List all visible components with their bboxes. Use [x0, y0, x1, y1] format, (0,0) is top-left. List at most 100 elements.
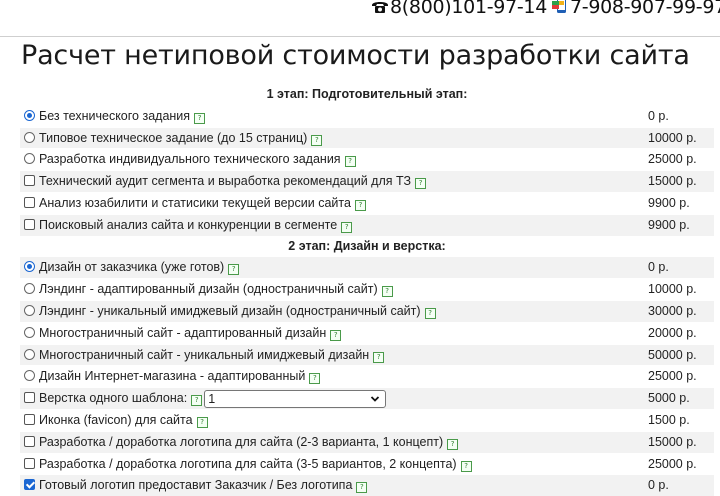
- option-price: 0 р.: [646, 104, 714, 128]
- option-cell[interactable]: Лэндинг - уникальный имиджевый дизайн (о…: [20, 299, 646, 323]
- option-label[interactable]: Разработка индивидуального технического …: [39, 152, 341, 166]
- option-cell[interactable]: Типовое техническое задание (до 15 стран…: [20, 126, 646, 149]
- option-price: 9900 р.: [646, 191, 714, 215]
- option-checkbox[interactable]: [24, 479, 35, 491]
- help-icon[interactable]: ?: [424, 307, 436, 319]
- option-radio[interactable]: [24, 261, 35, 273]
- table-row: Разработка / доработка логотипа для сайт…: [20, 430, 714, 454]
- help-icon[interactable]: ?: [196, 416, 208, 428]
- option-label[interactable]: Иконка (favicon) для сайта: [39, 413, 193, 427]
- option-label[interactable]: Готовый логотип предоставит Заказчик / Б…: [39, 478, 352, 492]
- table-row: Типовое техническое задание (до 15 стран…: [20, 126, 714, 149]
- option-radio[interactable]: [24, 326, 35, 338]
- option-cell[interactable]: Многостраничный сайт - адаптированный ди…: [20, 321, 646, 345]
- phone-2-number: 7-908-907-99-97: [570, 0, 720, 18]
- option-price: 9900 р.: [646, 213, 714, 236]
- help-icon[interactable]: ?: [381, 286, 393, 298]
- option-radio[interactable]: [24, 109, 35, 121]
- option-price: 10000 р.: [646, 278, 714, 301]
- option-cell[interactable]: Разработка индивидуального технического …: [20, 148, 646, 171]
- help-icon[interactable]: ?: [341, 221, 353, 233]
- help-icon[interactable]: ?: [415, 178, 427, 190]
- option-checkbox[interactable]: [24, 413, 35, 425]
- help-icon[interactable]: ?: [447, 438, 459, 450]
- option-cell[interactable]: Дизайн Интернет-магазина - адаптированны…: [20, 365, 646, 388]
- option-label[interactable]: Анализ юзабилити и статисики текущей вер…: [39, 196, 351, 210]
- table-row: Иконка (favicon) для сайта? 1500 р.: [20, 408, 714, 432]
- option-label[interactable]: Дизайн от заказчика (уже готов): [39, 260, 224, 274]
- option-checkbox[interactable]: [24, 392, 35, 404]
- help-icon[interactable]: ?: [460, 460, 472, 472]
- option-cell[interactable]: Иконка (favicon) для сайта?: [20, 408, 646, 432]
- help-icon[interactable]: ?: [228, 264, 240, 276]
- option-price: 15000 р.: [646, 170, 714, 193]
- option-cell[interactable]: Готовый логотип предоставит Заказчик / Б…: [20, 474, 646, 496]
- phone-1-number: 8(800)101-97-14: [390, 0, 548, 18]
- option-price: 20000 р.: [646, 321, 714, 345]
- option-label[interactable]: Многостраничный сайт - уникальный имидже…: [39, 348, 369, 362]
- option-label[interactable]: Типовое техническое задание (до 15 стран…: [39, 131, 307, 145]
- option-cell[interactable]: Разработка / доработка логотипа для сайт…: [20, 452, 646, 475]
- option-label[interactable]: Разработка / доработка логотипа для сайт…: [39, 457, 457, 471]
- option-label[interactable]: Верстка одного шаблона:: [39, 391, 187, 405]
- option-radio[interactable]: [24, 348, 35, 360]
- option-cell[interactable]: Разработка / доработка логотипа для сайт…: [20, 430, 646, 454]
- stage-heading-row: 1 этап: Подготовительный этап:: [20, 84, 714, 105]
- option-checkbox[interactable]: [24, 175, 35, 187]
- option-price: 50000 р.: [646, 343, 714, 366]
- option-cell[interactable]: Многостраничный сайт - уникальный имидже…: [20, 343, 646, 366]
- option-radio[interactable]: [24, 131, 35, 143]
- option-price: 0 р.: [646, 256, 714, 279]
- templates-count-select[interactable]: 1: [204, 389, 387, 408]
- option-label[interactable]: Без технического задания: [39, 109, 190, 123]
- option-label[interactable]: Дизайн Интернет-магазина - адаптированны…: [39, 369, 305, 383]
- option-checkbox[interactable]: [24, 196, 35, 208]
- option-price: 10000 р.: [646, 126, 714, 149]
- option-price: 1500 р.: [646, 408, 714, 432]
- option-price: 25000 р.: [646, 365, 714, 388]
- option-cell[interactable]: Анализ юзабилити и статисики текущей вер…: [20, 191, 646, 215]
- mobile-app-icon: [551, 0, 569, 19]
- option-cell[interactable]: Поисковый анализ сайта и конкуренции в с…: [20, 213, 646, 236]
- help-icon[interactable]: ?: [309, 373, 321, 385]
- help-icon[interactable]: ?: [330, 329, 342, 341]
- option-checkbox[interactable]: [24, 218, 35, 230]
- header-divider: [0, 36, 720, 37]
- phone-icon: [371, 0, 389, 19]
- option-cell[interactable]: Верстка одного шаблона:? 1: [20, 387, 646, 410]
- table-row: Технический аудит сегмента и выработка р…: [20, 170, 714, 193]
- table-row: Разработка / доработка логотипа для сайт…: [20, 452, 714, 475]
- option-checkbox[interactable]: [24, 435, 35, 447]
- help-icon[interactable]: ?: [194, 112, 206, 124]
- option-cell[interactable]: Без технического задания?: [20, 104, 646, 128]
- option-radio[interactable]: [24, 153, 35, 165]
- table-row: Без технического задания? 0 р.: [20, 104, 714, 128]
- option-cell[interactable]: Технический аудит сегмента и выработка р…: [20, 170, 646, 193]
- option-price: 15000 р.: [646, 430, 714, 454]
- option-label[interactable]: Лэндинг - адаптированный дизайн (одностр…: [39, 282, 378, 296]
- option-label[interactable]: Лэндинг - уникальный имиджевый дизайн (о…: [39, 304, 421, 318]
- help-icon[interactable]: ?: [191, 395, 203, 407]
- option-radio[interactable]: [24, 304, 35, 316]
- option-label[interactable]: Технический аудит сегмента и выработка р…: [39, 174, 411, 188]
- help-icon[interactable]: ?: [356, 482, 368, 494]
- table-row: Лэндинг - адаптированный дизайн (одностр…: [20, 278, 714, 301]
- option-price: 25000 р.: [646, 148, 714, 171]
- table-row: Готовый логотип предоставит Заказчик / Б…: [20, 474, 714, 496]
- option-radio[interactable]: [24, 370, 35, 382]
- option-cell[interactable]: Дизайн от заказчика (уже готов)?: [20, 256, 646, 279]
- phone-1[interactable]: 8(800)101-97-14: [371, 0, 547, 19]
- option-price: 5000 р.: [646, 387, 714, 410]
- phone-2[interactable]: 7-908-907-99-97: [551, 0, 720, 19]
- option-checkbox[interactable]: [24, 457, 35, 469]
- option-radio[interactable]: [24, 283, 35, 295]
- help-icon[interactable]: ?: [311, 134, 323, 146]
- option-label[interactable]: Поисковый анализ сайта и конкуренции в с…: [39, 218, 337, 232]
- option-label[interactable]: Многостраничный сайт - адаптированный ди…: [39, 326, 326, 340]
- option-label[interactable]: Разработка / доработка логотипа для сайт…: [39, 435, 443, 449]
- option-cell[interactable]: Лэндинг - адаптированный дизайн (одностр…: [20, 278, 646, 301]
- help-icon[interactable]: ?: [354, 199, 366, 211]
- help-icon[interactable]: ?: [344, 156, 356, 168]
- help-icon[interactable]: ?: [373, 351, 385, 363]
- table-row: Анализ юзабилити и статисики текущей вер…: [20, 191, 714, 215]
